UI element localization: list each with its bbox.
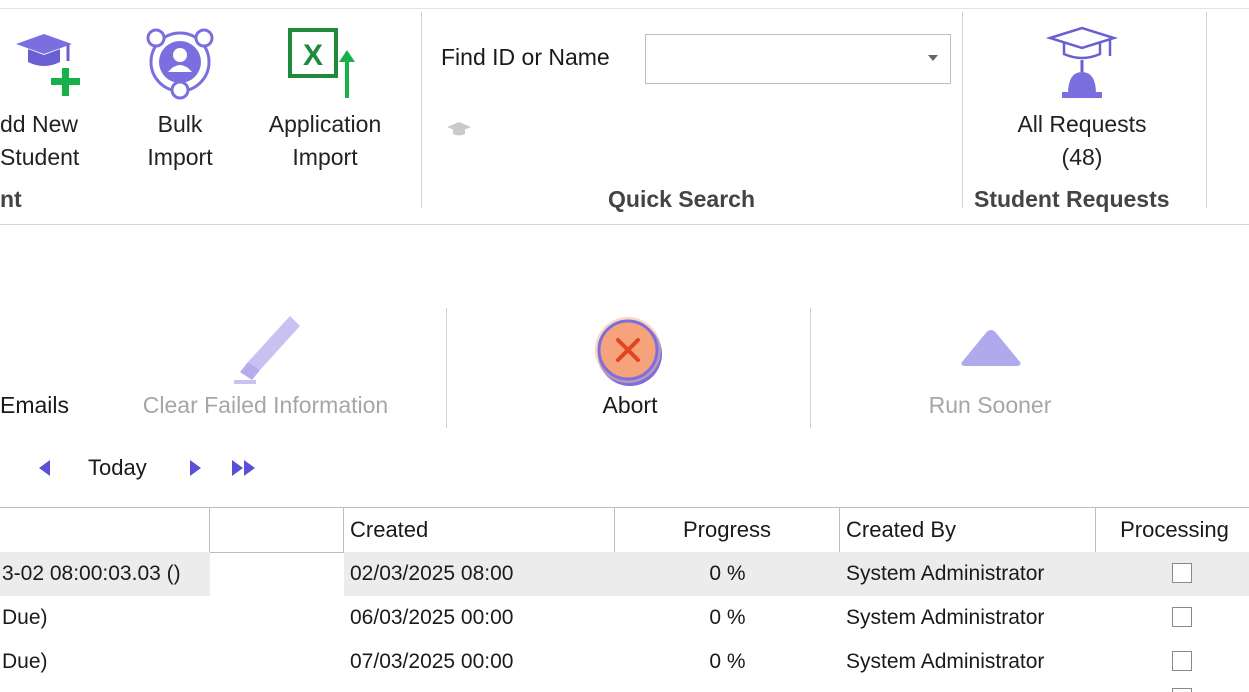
row-created-by: System Administrator bbox=[846, 650, 1045, 673]
grid-header: Created Progress Created By Processing bbox=[0, 507, 1249, 553]
ribbon-top-border bbox=[0, 8, 1249, 9]
eraser-icon bbox=[234, 316, 300, 384]
run-sooner-label: Run Sooner bbox=[928, 392, 1052, 418]
group-label-student-requests: Student Requests bbox=[974, 186, 1170, 212]
row-processing-cell bbox=[1096, 640, 1249, 684]
row-created: 02/03/2025 08:00 bbox=[344, 552, 615, 596]
fast-forward-icon[interactable] bbox=[230, 458, 260, 478]
svg-text:X: X bbox=[303, 39, 323, 72]
row-created-by: System Administrator bbox=[840, 552, 1096, 596]
row-created-by: System Administrator bbox=[846, 606, 1045, 629]
table-row[interactable]: Due) 06/03/2025 00:00 0 % System Adminis… bbox=[0, 596, 1249, 640]
column-header[interactable] bbox=[0, 508, 210, 552]
all-requests-count: (48) bbox=[1061, 144, 1103, 170]
excel-import-icon: X bbox=[288, 28, 355, 98]
processing-checkbox[interactable] bbox=[1172, 651, 1192, 671]
column-header-created-by[interactable]: Created By bbox=[840, 508, 1096, 552]
row-progress: 0 % bbox=[615, 552, 840, 596]
processing-checkbox[interactable] bbox=[1172, 607, 1192, 627]
row-created: 07/03/2025 00:00 bbox=[350, 650, 514, 673]
row-processing-cell bbox=[1096, 552, 1249, 596]
row-progress: 0 % bbox=[709, 606, 746, 629]
ribbon-separator bbox=[1206, 12, 1207, 208]
add-new-student-button[interactable]: dd New Student bbox=[0, 22, 125, 182]
row-description: Due) bbox=[2, 650, 48, 673]
find-id-label: Find ID or Name bbox=[441, 44, 610, 70]
column-header-created[interactable]: Created bbox=[344, 508, 615, 552]
bulk-import-button[interactable]: Bulk Import bbox=[130, 22, 230, 182]
ribbon-separator bbox=[421, 12, 422, 208]
graduation-cap-plus-icon bbox=[16, 34, 80, 96]
row-processing-cell bbox=[1096, 596, 1249, 640]
application-import-label-2: Import bbox=[292, 144, 358, 170]
run-sooner-button[interactable]: Run Sooner bbox=[880, 320, 1100, 420]
table-row[interactable]: 3-02 08:00:03.03 () 02/03/2025 08:00 0 %… bbox=[0, 552, 1249, 596]
clear-failed-information-label: Clear Failed Information bbox=[142, 392, 389, 418]
column-header[interactable] bbox=[210, 508, 344, 552]
processing-checkbox[interactable] bbox=[1172, 688, 1192, 692]
find-id-combobox[interactable] bbox=[645, 34, 951, 84]
processing-checkbox[interactable] bbox=[1172, 563, 1192, 583]
add-new-student-label-2: Student bbox=[0, 144, 80, 170]
row-description: 3-02 08:00:03.03 () bbox=[0, 552, 210, 596]
previous-icon[interactable] bbox=[36, 458, 54, 478]
group-label-student: nt bbox=[0, 186, 22, 212]
ribbon-separator bbox=[962, 12, 963, 208]
emails-button[interactable]: Emails bbox=[0, 392, 69, 419]
bulk-import-label-2: Import bbox=[147, 144, 213, 170]
triangle-up-icon bbox=[961, 330, 1021, 366]
row-description: Due) bbox=[2, 606, 48, 629]
column-header-progress[interactable]: Progress bbox=[615, 508, 840, 552]
graduation-bell-icon bbox=[1045, 26, 1119, 98]
abort-icon bbox=[595, 317, 662, 386]
table-row-partial bbox=[0, 686, 1249, 692]
application-import-button[interactable]: X Application Import bbox=[250, 22, 400, 182]
table-row[interactable]: Due) 07/03/2025 00:00 0 % System Adminis… bbox=[0, 640, 1249, 684]
application-import-label-1: Application bbox=[268, 111, 382, 137]
today-button[interactable]: Today bbox=[88, 455, 147, 481]
user-circle-icon bbox=[146, 28, 214, 100]
row-created: 06/03/2025 00:00 bbox=[350, 606, 514, 629]
toolbar-separator bbox=[810, 308, 811, 428]
next-icon[interactable] bbox=[186, 458, 204, 478]
all-requests-button[interactable]: All Requests (48) bbox=[970, 22, 1194, 182]
toolbar-separator bbox=[446, 308, 447, 428]
row-progress: 0 % bbox=[709, 650, 746, 673]
bulk-import-label-1: Bulk bbox=[157, 111, 203, 137]
graduation-cap-icon bbox=[447, 122, 471, 136]
chevron-down-icon[interactable] bbox=[928, 55, 938, 61]
abort-label: Abort bbox=[602, 392, 658, 418]
group-label-quick-search: Quick Search bbox=[608, 186, 756, 212]
all-requests-label: All Requests bbox=[1017, 111, 1147, 137]
column-header-processing[interactable]: Processing bbox=[1096, 508, 1249, 552]
clear-failed-information-button[interactable]: Clear Failed Information bbox=[118, 310, 413, 420]
add-new-student-label-1: dd New bbox=[0, 111, 78, 137]
abort-button[interactable]: Abort bbox=[560, 306, 700, 420]
